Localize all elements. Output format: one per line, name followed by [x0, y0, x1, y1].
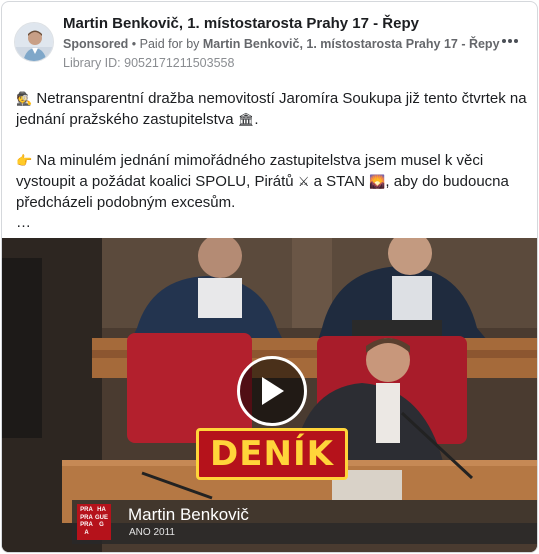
see-more-ellipsis[interactable]: … [16, 213, 528, 233]
avatar[interactable] [14, 22, 54, 62]
more-options-button[interactable] [496, 31, 524, 51]
mountain-emoji: 🌄 [369, 175, 386, 190]
logo-letter: GUE [94, 514, 108, 521]
author-name[interactable]: Martin Benkovič, 1. místostarosta Prahy … [63, 15, 419, 32]
crossed-swords-emoji: ⚔ [297, 175, 310, 190]
paid-for-name[interactable]: Martin Benkovič, 1. místostarosta Prahy … [203, 37, 500, 51]
post-text: 🕵 Netransparentní dražba nemovitostí Jar… [16, 89, 528, 233]
lower-third-caption: PRA HA PRA GUE PRA G A Martin Benkovič A… [72, 500, 537, 544]
logo-letter: PRA [80, 507, 93, 513]
praha-logo: PRA HA PRA GUE PRA G A [77, 504, 111, 540]
logo-letter: A [84, 529, 89, 536]
sponsored-label: Sponsored [63, 37, 129, 51]
post-paragraph-2-text-b: a STAN [313, 173, 366, 190]
library-id: Library ID: 9052171211503558 [63, 56, 235, 70]
more-horizontal-icon [501, 39, 506, 43]
post-paragraph-1-end: . [254, 111, 259, 128]
lower-third-name: Martin Benkovič [128, 505, 249, 524]
meta-separator: • [131, 37, 140, 51]
post-paragraph-1: 🕵 Netransparentní dražba nemovitostí Jar… [16, 89, 528, 131]
sponsored-meta: Sponsored • Paid for by Martin Benkovič,… [63, 37, 500, 51]
deník-badge: DENÍK [196, 428, 348, 480]
pointing-hand-emoji: 👉 [16, 154, 33, 169]
logo-letter: PRA [80, 522, 93, 528]
sponsored-post-card: Martin Benkovič, 1. místostarosta Prahy … [1, 1, 538, 553]
more-dot [514, 39, 519, 43]
post-paragraph-1-text: Netransparentní dražba nemovitostí Jarom… [16, 90, 527, 128]
logo-letter: G [99, 522, 104, 528]
badge-text: DENÍK [210, 434, 334, 474]
detective-emoji: 🕵 [16, 92, 33, 107]
play-button[interactable] [237, 356, 307, 426]
video-player[interactable]: DENÍK PRA HA PRA GUE PRA G A Martin Benk… [2, 238, 537, 552]
classical-building-emoji: 🏛 [237, 113, 255, 128]
logo-letter: PRA [80, 514, 93, 521]
play-icon [262, 377, 284, 405]
logo-letter [94, 530, 109, 538]
more-dot [508, 39, 512, 43]
paid-for-prefix: Paid for by [139, 37, 200, 51]
logo-letter: HA [97, 507, 106, 513]
post-paragraph-2: 👉 Na minulém jednání mimořádného zastupi… [16, 151, 528, 213]
lower-third-party: ANO 2011 [129, 527, 175, 538]
